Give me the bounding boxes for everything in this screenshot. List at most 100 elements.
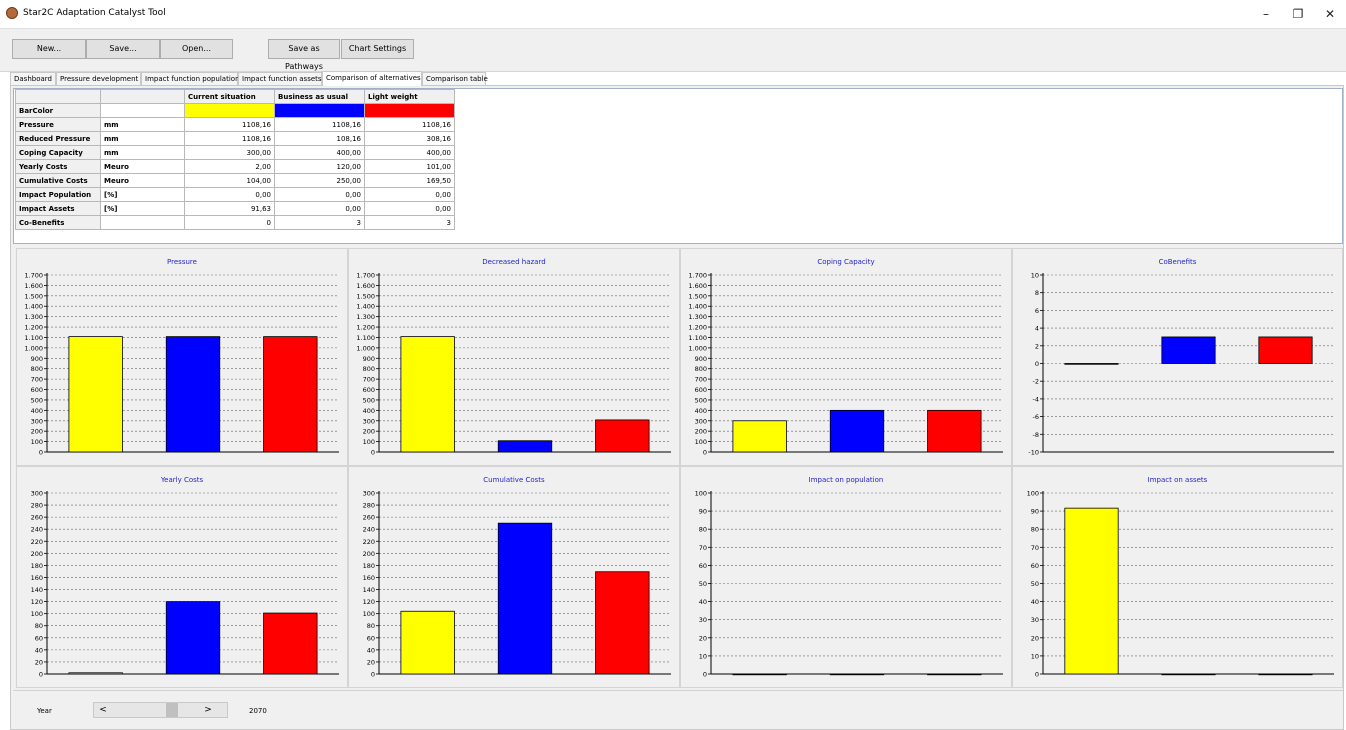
bar[interactable] (68, 672, 123, 675)
chart-title: CoBenefits (1159, 258, 1197, 266)
y-tick-label: 0 (1035, 671, 1039, 679)
tab-comparison-of-alternatives[interactable]: Comparison of alternatives (322, 71, 422, 86)
bar-color-swatch[interactable] (274, 103, 365, 118)
table-row: Reduced Pressure mm 1108,16 108,16 308,1… (15, 131, 455, 146)
value-cell[interactable]: 250,00 (274, 173, 365, 188)
value-cell[interactable]: 2,00 (184, 159, 275, 174)
y-tick-label: 60 (367, 634, 375, 642)
tab-comparison-table[interactable]: Comparison table (422, 72, 488, 85)
value-cell[interactable]: 300,00 (184, 145, 275, 160)
chart-svg: Cumulative Costs 0 20 40 60 80 100 120 140 160 180… (363, 476, 671, 679)
value-cell[interactable]: 0 (184, 215, 275, 230)
y-tick-label: 50 (699, 580, 707, 588)
bar[interactable] (1258, 336, 1313, 364)
open-button[interactable]: Open... (160, 39, 233, 59)
y-tick-label: 80 (699, 526, 707, 534)
value-cell[interactable]: 0,00 (364, 201, 455, 216)
chart-decreased-hazard: Decreased hazard 0 100 200 300 400 500 600 700 80… (348, 248, 680, 466)
bar[interactable] (263, 336, 318, 453)
y-tick-label: 80 (1031, 526, 1039, 534)
y-tick-label: 220 (31, 538, 43, 546)
value-cell[interactable]: 91,63 (184, 201, 275, 216)
tab-pressure-development[interactable]: Pressure development (56, 72, 141, 85)
y-tick-label: 90 (699, 508, 707, 516)
bar[interactable] (829, 409, 885, 453)
year-label: Year (37, 707, 52, 715)
column-header[interactable]: Business as usual (274, 89, 365, 104)
bar[interactable] (732, 673, 787, 676)
value-cell[interactable]: 1108,16 (184, 131, 275, 146)
bar[interactable] (829, 673, 885, 676)
value-cell[interactable]: 0,00 (364, 187, 455, 202)
minimize-button[interactable]: – (1254, 4, 1278, 24)
row-header: Yearly Costs (15, 159, 101, 174)
value-cell[interactable]: 1108,16 (274, 117, 365, 132)
value-cell[interactable]: 0,00 (184, 187, 275, 202)
value-cell[interactable]: 0,00 (274, 201, 365, 216)
value-cell[interactable]: 3 (364, 215, 455, 230)
bar[interactable] (732, 420, 787, 453)
column-header[interactable]: Current situation (184, 89, 275, 104)
year-scrollbar[interactable]: < > (93, 702, 228, 718)
y-tick-label: 70 (1031, 544, 1039, 552)
tab-impact-function-population[interactable]: Impact function population (141, 72, 240, 85)
bar[interactable] (165, 336, 221, 453)
bar[interactable] (927, 409, 982, 453)
scroll-left-arrow-icon[interactable]: < (96, 703, 110, 717)
scroll-right-arrow-icon[interactable]: > (201, 703, 215, 717)
bar[interactable] (68, 336, 123, 453)
chart-settings-button[interactable]: Chart Settings (341, 39, 414, 59)
scroll-thumb[interactable] (166, 703, 178, 717)
save-as-pathways-button[interactable]: Save as Pathways (268, 39, 340, 71)
bar[interactable] (1161, 673, 1216, 676)
bar[interactable] (1258, 673, 1313, 676)
value-cell[interactable]: 108,16 (274, 131, 365, 146)
value-cell[interactable]: 0,00 (274, 187, 365, 202)
value-cell[interactable]: 1108,16 (184, 117, 275, 132)
bar[interactable] (1161, 336, 1216, 364)
save-button[interactable]: Save... (86, 39, 160, 59)
bar[interactable] (1064, 363, 1119, 365)
chart-svg: Decreased hazard 0 100 200 300 400 500 600 700 80… (356, 258, 671, 457)
tab-impact-function-assets[interactable]: Impact function assets (238, 72, 322, 85)
bar[interactable] (595, 419, 650, 453)
value-cell[interactable]: 308,16 (364, 131, 455, 146)
bar[interactable] (595, 571, 650, 675)
value-cell[interactable]: 120,00 (274, 159, 365, 174)
y-tick-label: 140 (363, 586, 375, 594)
y-tick-label: 700 (695, 376, 707, 384)
y-tick-label: 180 (31, 562, 43, 570)
restore-button[interactable]: ❐ (1286, 4, 1310, 24)
year-value: 2070 (249, 707, 267, 715)
y-tick-label: 1.700 (688, 272, 707, 280)
y-tick-label: 240 (363, 526, 375, 534)
bar[interactable] (497, 522, 553, 675)
value-cell[interactable]: 400,00 (364, 145, 455, 160)
bar[interactable] (927, 673, 982, 676)
new-button[interactable]: New... (12, 39, 86, 59)
bar-color-swatch[interactable] (184, 103, 275, 118)
bar[interactable] (1064, 507, 1119, 675)
tab-dashboard[interactable]: Dashboard (10, 72, 56, 85)
value-cell[interactable]: 400,00 (274, 145, 365, 160)
y-tick-label: 120 (31, 598, 43, 606)
chart-svg: Pressure 0 100 200 300 400 500 600 700 800 900 1.00… (24, 258, 339, 457)
bar[interactable] (400, 610, 455, 675)
close-button[interactable]: ✕ (1318, 4, 1342, 24)
bar[interactable] (497, 440, 553, 453)
value-cell[interactable]: 3 (274, 215, 365, 230)
table-row: Impact Assets [%] 91,63 0,00 0,00 (15, 201, 455, 216)
value-cell[interactable]: 1108,16 (364, 117, 455, 132)
bar[interactable] (165, 601, 221, 675)
bar[interactable] (400, 336, 455, 453)
bar[interactable] (263, 612, 318, 675)
value-cell[interactable]: 169,50 (364, 173, 455, 188)
bar-color-swatch[interactable] (364, 103, 455, 118)
value-cell[interactable]: 104,00 (184, 173, 275, 188)
y-tick-label: 100 (695, 490, 707, 498)
y-tick-label: 200 (363, 550, 375, 558)
value-cell[interactable]: 101,00 (364, 159, 455, 174)
y-tick-label: 1.000 (24, 344, 43, 352)
y-tick-label: 1.200 (24, 324, 43, 332)
column-header[interactable]: Light weight (364, 89, 455, 104)
